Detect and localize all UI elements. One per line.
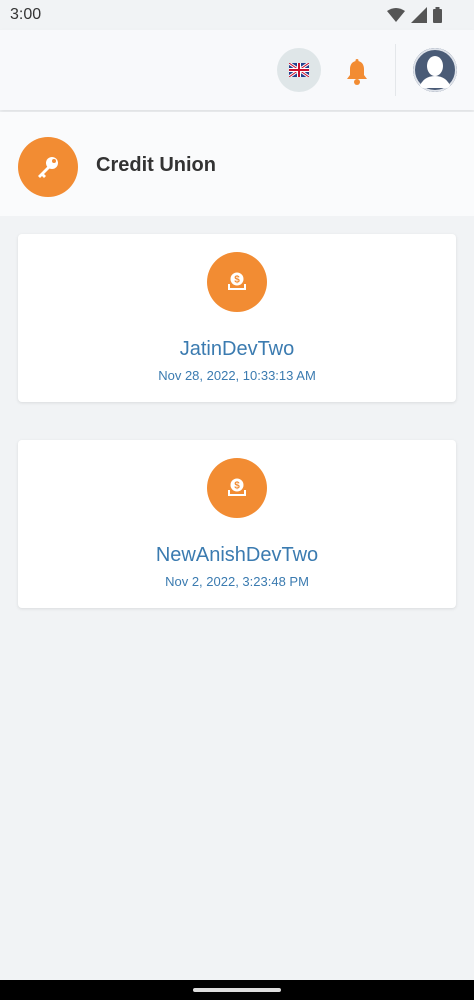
notification-button[interactable]	[341, 56, 373, 88]
navigation-bar	[0, 980, 474, 1000]
card-title: NewAnishDevTwo	[155, 544, 319, 566]
card-date: Nov 28, 2022, 10:33:13 AM	[158, 368, 316, 383]
list-item[interactable]: $ JatinDevTwo Nov 28, 2022, 10:33:13 AM	[18, 234, 456, 402]
language-button[interactable]	[277, 48, 321, 92]
status-bar: 3:00	[0, 0, 474, 30]
wifi-icon	[387, 8, 405, 22]
home-handle[interactable]	[193, 988, 281, 992]
section-icon-badge	[18, 137, 78, 197]
avatar[interactable]	[413, 48, 457, 92]
signal-icon	[411, 7, 427, 23]
user-avatar-icon	[413, 48, 457, 92]
page-title: Credit Union	[96, 154, 216, 176]
money-deposit-icon: $	[228, 478, 246, 496]
uk-flag-icon	[289, 63, 309, 77]
key-icon	[38, 157, 58, 178]
bell-icon	[347, 59, 367, 85]
battery-icon	[433, 7, 442, 23]
header-divider	[395, 44, 396, 96]
section-header: Credit Union	[0, 112, 474, 216]
svg-text:$: $	[234, 481, 240, 492]
status-time: 3:00	[10, 6, 42, 23]
card-icon-badge: $	[207, 252, 267, 312]
svg-text:$: $	[234, 275, 240, 286]
card-date: Nov 2, 2022, 3:23:48 PM	[165, 574, 309, 589]
status-icons	[387, 7, 442, 23]
card-title: JatinDevTwo	[179, 338, 295, 360]
app-header	[0, 30, 474, 110]
list-item[interactable]: $ NewAnishDevTwo Nov 2, 2022, 3:23:48 PM	[18, 440, 456, 608]
card-icon-badge: $	[207, 458, 267, 518]
money-deposit-icon: $	[228, 272, 246, 290]
